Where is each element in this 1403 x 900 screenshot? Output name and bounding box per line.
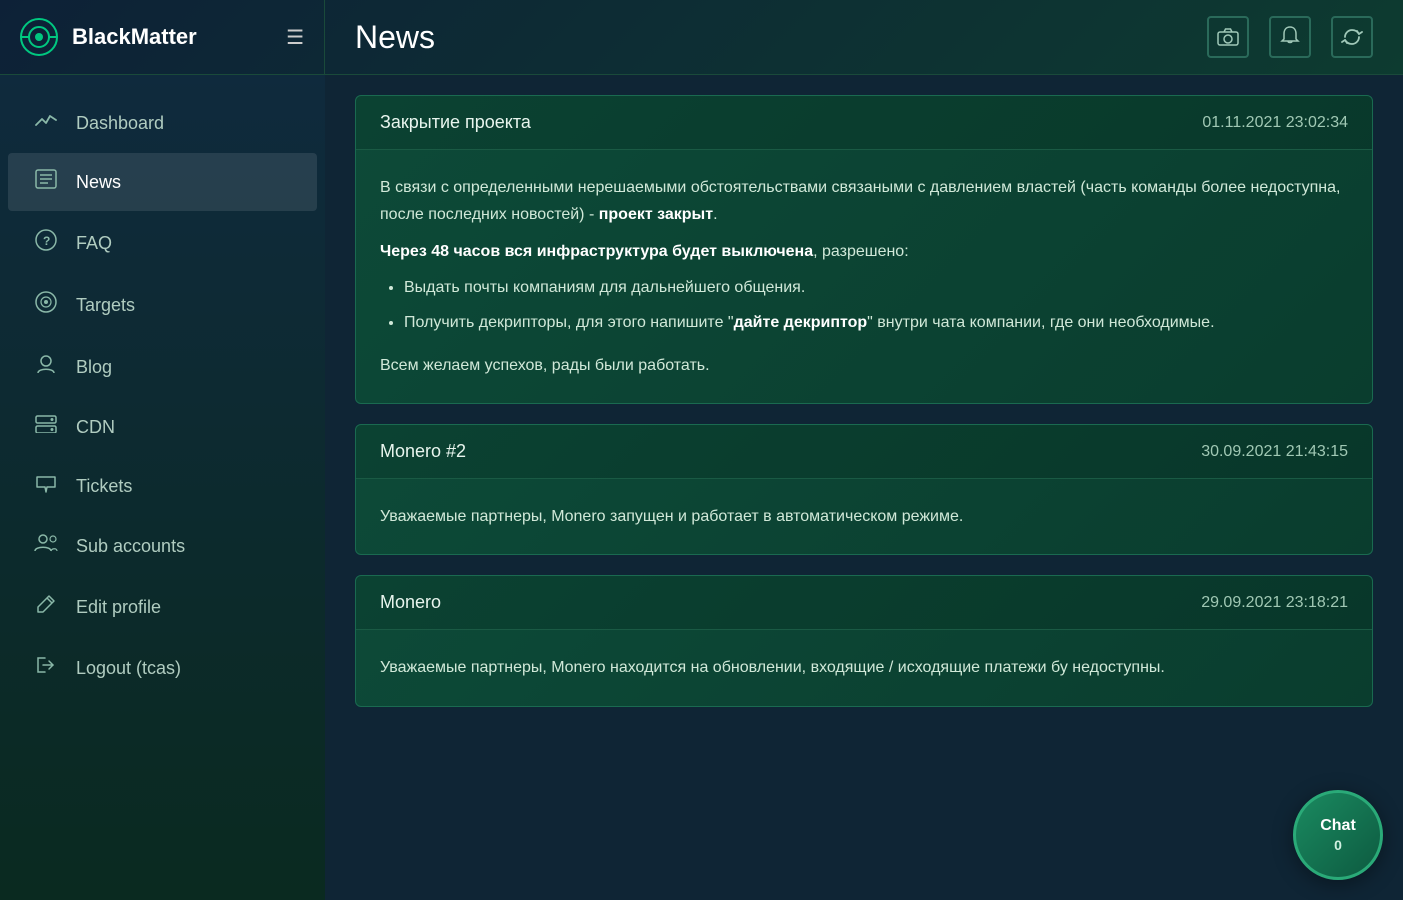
header-title-area: News — [325, 19, 1177, 56]
cdn-icon — [32, 415, 60, 439]
news-card-3: Monero 29.09.2021 23:18:21 Уважаемые пар… — [355, 575, 1373, 706]
sidebar-label-blog: Blog — [76, 357, 112, 378]
brand-logo — [20, 18, 58, 56]
news-card-header-1: Закрытие проекта 01.11.2021 23:02:34 — [356, 96, 1372, 150]
sidebar-item-targets[interactable]: Targets — [8, 275, 317, 335]
sidebar-item-news[interactable]: News — [8, 153, 317, 211]
news-title-2: Monero #2 — [380, 441, 466, 462]
news-list-1: Выдать почты компаниям для дальнейшего о… — [404, 274, 1348, 336]
sidebar-item-tickets[interactable]: Tickets — [8, 457, 317, 515]
news-body-para-4: Уважаемые партнеры, Monero запущен и раб… — [380, 503, 1348, 530]
news-body-para-5: Уважаемые партнеры, Monero находится на … — [380, 654, 1348, 681]
chat-button[interactable]: Chat 0 — [1293, 790, 1383, 880]
camera-icon — [1217, 28, 1239, 46]
sidebar: Dashboard News ? FAQ — [0, 75, 325, 900]
news-list-item-2: Получить декрипторы, для этого напишите … — [404, 309, 1348, 336]
sidebar-item-blog[interactable]: Blog — [8, 337, 317, 397]
news-bold-3: дайте декриптор — [734, 314, 868, 331]
sidebar-item-logout[interactable]: Logout (tcas) — [8, 639, 317, 697]
dashboard-icon — [32, 111, 60, 135]
news-card-header-2: Monero #2 30.09.2021 21:43:15 — [356, 425, 1372, 479]
sidebar-label-targets: Targets — [76, 295, 135, 316]
sidebar-item-faq[interactable]: ? FAQ — [8, 213, 317, 273]
news-bold-2: Через 48 часов вся инфраструктура будет … — [380, 243, 813, 260]
sidebar-label-logout: Logout (tcas) — [76, 658, 181, 679]
tickets-icon — [32, 473, 60, 499]
faq-icon: ? — [32, 229, 60, 257]
main-content: Закрытие проекта 01.11.2021 23:02:34 В с… — [325, 75, 1403, 900]
refresh-button[interactable] — [1331, 16, 1373, 58]
menu-icon[interactable]: ☰ — [286, 25, 304, 50]
sidebar-label-cdn: CDN — [76, 417, 115, 438]
sidebar-label-dashboard: Dashboard — [76, 113, 164, 134]
news-body-3: Уважаемые партнеры, Monero находится на … — [356, 630, 1372, 705]
news-body-para-3: Всем желаем успехов, рады были работать. — [380, 352, 1348, 379]
bell-icon — [1280, 26, 1300, 48]
refresh-icon — [1341, 26, 1363, 48]
sidebar-label-subaccounts: Sub accounts — [76, 536, 185, 557]
sidebar-item-cdn[interactable]: CDN — [8, 399, 317, 455]
targets-icon — [32, 291, 60, 319]
page-title: News — [355, 19, 435, 56]
news-body-1: В связи с определенными нерешаемыми обст… — [356, 150, 1372, 403]
news-date-1: 01.11.2021 23:02:34 — [1202, 114, 1348, 132]
brand-name: BlackMatter — [72, 24, 197, 50]
sidebar-item-editprofile[interactable]: Edit profile — [8, 577, 317, 637]
news-card-header-3: Monero 29.09.2021 23:18:21 — [356, 576, 1372, 630]
news-bold-1: проект закрыт — [599, 206, 713, 223]
top-header: BlackMatter ☰ News — [0, 0, 1403, 75]
sidebar-item-subaccounts[interactable]: Sub accounts — [8, 517, 317, 575]
sidebar-label-editprofile: Edit profile — [76, 597, 161, 618]
news-title-1: Закрытие проекта — [380, 112, 531, 133]
sidebar-item-dashboard[interactable]: Dashboard — [8, 95, 317, 151]
chat-count: 0 — [1334, 837, 1342, 853]
camera-button[interactable] — [1207, 16, 1249, 58]
news-title-3: Monero — [380, 592, 441, 613]
subaccounts-icon — [32, 533, 60, 559]
news-body-2: Уважаемые партнеры, Monero запущен и раб… — [356, 479, 1372, 554]
blog-icon — [32, 353, 60, 381]
bell-button[interactable] — [1269, 16, 1311, 58]
news-body-para-2: Через 48 часов вся инфраструктура будет … — [380, 238, 1348, 265]
news-date-3: 29.09.2021 23:18:21 — [1201, 594, 1348, 612]
news-card-1: Закрытие проекта 01.11.2021 23:02:34 В с… — [355, 95, 1373, 404]
main-layout: Dashboard News ? FAQ — [0, 75, 1403, 900]
news-list-item-1: Выдать почты компаниям для дальнейшего о… — [404, 274, 1348, 301]
sidebar-label-tickets: Tickets — [76, 476, 132, 497]
brand-area: BlackMatter ☰ — [0, 0, 325, 74]
header-actions — [1177, 16, 1403, 58]
news-icon — [32, 169, 60, 195]
news-body-para-1: В связи с определенными нерешаемыми обст… — [380, 174, 1348, 228]
sidebar-label-news: News — [76, 172, 121, 193]
sidebar-label-faq: FAQ — [76, 233, 112, 254]
logout-icon — [32, 655, 60, 681]
chat-label: Chat — [1320, 817, 1356, 835]
news-card-2: Monero #2 30.09.2021 21:43:15 Уважаемые … — [355, 424, 1373, 555]
editprofile-icon — [32, 593, 60, 621]
news-date-2: 30.09.2021 21:43:15 — [1201, 443, 1348, 461]
svg-text:?: ? — [43, 234, 50, 248]
